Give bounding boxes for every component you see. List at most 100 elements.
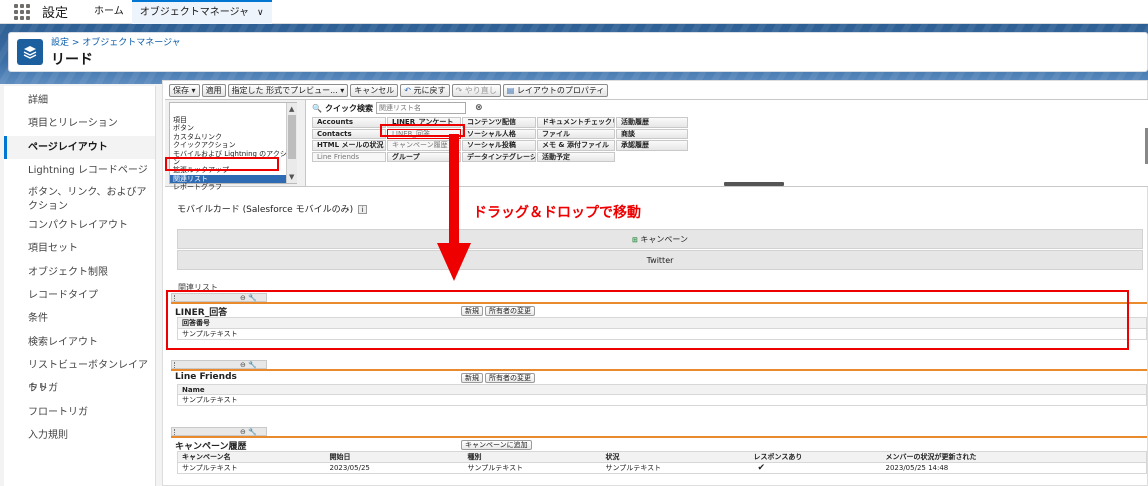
quick-search: 🔍 クイック検索 ⊗ bbox=[312, 102, 483, 114]
palette-item[interactable]: メモ & 添付ファイル bbox=[537, 140, 615, 151]
table-cell: サンプルテキスト bbox=[177, 462, 326, 474]
sidebar-item-compact-layouts[interactable]: コンパクトレイアウト bbox=[4, 214, 155, 237]
add-to-campaign-button[interactable]: キャンペーンに追加 bbox=[461, 440, 532, 450]
palette-item[interactable]: Line Friends bbox=[312, 151, 386, 162]
sidebar-item-flow-triggers[interactable]: フロートリガ bbox=[4, 401, 155, 424]
layout-properties-label: レイアウトのプロパティ bbox=[516, 86, 605, 95]
cancel-button[interactable]: キャンセル bbox=[350, 84, 399, 97]
palette-item[interactable]: ソーシャル人格 bbox=[462, 128, 536, 139]
category-related-lists[interactable]: 関連リスト bbox=[170, 174, 296, 184]
category-buttons[interactable]: ボタン bbox=[170, 124, 296, 132]
palette-item[interactable]: コンテンツ配信 bbox=[462, 117, 536, 128]
scroll-down-icon[interactable]: ▼ bbox=[289, 173, 294, 181]
layout-properties-button[interactable]: ▤ レイアウトのプロパティ bbox=[502, 84, 609, 97]
redo-button[interactable]: ↷ やり直し bbox=[451, 84, 501, 97]
annotation-arrow-shaft bbox=[449, 134, 459, 244]
column-header: 開始日 bbox=[325, 451, 464, 463]
change-owner-button[interactable]: 所有者の変更 bbox=[485, 373, 535, 383]
column-header: Name bbox=[177, 384, 1147, 395]
related-list-buttons: 新規 所有者の変更 bbox=[461, 373, 535, 383]
apply-button[interactable]: 適用 bbox=[201, 84, 226, 97]
sidebar-item-page-layouts[interactable]: ページレイアウト bbox=[4, 135, 155, 159]
sidebar-item-list-view-buttons[interactable]: リストビューボタンレイアウト bbox=[4, 354, 155, 394]
mobile-card-title: モバイルカード (Salesforce モバイルのみ) i bbox=[177, 202, 368, 215]
remove-icon[interactable]: ⊖ bbox=[240, 361, 246, 369]
palette-item[interactable]: Contacts bbox=[312, 128, 386, 139]
info-icon[interactable]: i bbox=[358, 205, 368, 214]
category-scrollbar[interactable]: ▲ ▼ bbox=[286, 103, 297, 183]
related-list-line-friends[interactable]: ⊖ 🔧 Line Friends 新規 所有者の変更 Name サンプルテキスト bbox=[171, 360, 1147, 415]
chevron-down-icon[interactable]: ∨ bbox=[257, 8, 264, 18]
tab-home[interactable]: ホーム bbox=[86, 0, 132, 24]
search-icon: 🔍 bbox=[312, 103, 322, 113]
undo-icon: ↶ bbox=[404, 86, 411, 95]
related-list-buttons: キャンペーンに追加 bbox=[461, 440, 532, 450]
sidebar-item-object-limits[interactable]: オブジェクト制限 bbox=[4, 261, 155, 284]
category-custom-links[interactable]: カスタムリンク bbox=[170, 133, 296, 141]
palette-empty-cell bbox=[616, 152, 688, 163]
sidebar-item-record-types[interactable]: レコードタイプ bbox=[4, 284, 155, 307]
palette-resize-handle[interactable] bbox=[724, 182, 784, 186]
new-button[interactable]: 新規 bbox=[461, 373, 483, 383]
layout-toolbar: 保存 ▾ 適用 指定した 形式でプレビュー... ▾ キャンセル ↶ 元に戻す … bbox=[169, 84, 609, 98]
breadcrumb[interactable]: 設定 > オブジェクトマネージャ bbox=[51, 35, 181, 48]
mobile-card-campaign-label: キャンペーン bbox=[640, 235, 689, 244]
clear-search-icon[interactable]: ⊗ bbox=[475, 103, 483, 113]
related-list-table: Name サンプルテキスト bbox=[177, 384, 1147, 406]
sidebar-item-conditions[interactable]: 条件 bbox=[4, 307, 155, 330]
undo-button[interactable]: ↶ 元に戻す bbox=[400, 84, 450, 97]
palette-item[interactable]: ドキュメントチェックリスト項目 bbox=[537, 117, 615, 128]
save-button[interactable]: 保存 ▾ bbox=[169, 84, 200, 97]
table-cell: 2023/05/25 bbox=[325, 462, 464, 474]
remove-icon[interactable]: ⊖ bbox=[240, 428, 246, 436]
palette-item[interactable]: Accounts bbox=[312, 117, 386, 128]
palette-item-grid: Accounts LINER_アンケート コンテンツ配信 ドキュメントチェックリ… bbox=[312, 117, 688, 162]
app-launcher-icon[interactable] bbox=[10, 0, 34, 24]
annotation-text: ドラッグ＆ドロップで移動 bbox=[473, 205, 641, 221]
related-list-table: キャンペーン名 開始日 種別 状況 レスポンスあり メンバーの状況が更新された … bbox=[177, 451, 1147, 474]
sidebar-item-field-sets[interactable]: 項目セット bbox=[4, 237, 155, 260]
preview-button[interactable]: 指定した 形式でプレビュー... ▾ bbox=[227, 84, 349, 97]
sidebar-item-validation-rules[interactable]: 入力規則 bbox=[4, 424, 155, 447]
category-quick-actions[interactable]: クイックアクション bbox=[170, 141, 296, 149]
annotation-highlight-category bbox=[165, 157, 279, 171]
palette-item[interactable]: HTML メールの状況 bbox=[312, 140, 386, 151]
annotation-highlight-section bbox=[166, 290, 1129, 350]
palette-item[interactable]: ソーシャル投稿 bbox=[462, 140, 536, 151]
scroll-up-icon[interactable]: ▲ bbox=[289, 105, 294, 113]
table-cell: 2023/05/25 14:48 bbox=[881, 462, 1147, 474]
table-cell: サンプルテキスト bbox=[463, 462, 602, 474]
related-list-title: Line Friends bbox=[175, 372, 237, 382]
palette-item[interactable]: 承認履歴 bbox=[616, 140, 688, 151]
section-drag-handle[interactable]: ⊖ 🔧 bbox=[171, 360, 267, 369]
mobile-card-campaign[interactable]: ⊞ キャンペーン bbox=[177, 229, 1143, 249]
wrench-icon[interactable]: 🔧 bbox=[248, 361, 257, 369]
arrow-down-icon bbox=[437, 243, 471, 281]
tab-object-manager[interactable]: オブジェクトマネージャ ∨ bbox=[131, 0, 272, 24]
related-list-campaign-history[interactable]: ⊖ 🔧 キャンペーン履歴 キャンペーンに追加 キャンペーン名 開始日 種別 状況… bbox=[171, 427, 1147, 483]
sidebar-item-details[interactable]: 詳細 bbox=[4, 89, 155, 112]
sidebar-item-triggers[interactable]: トリガ bbox=[4, 377, 155, 400]
table-cell: サンプルテキスト bbox=[177, 394, 1147, 406]
palette-item[interactable]: ファイル bbox=[537, 128, 615, 139]
tab-object-manager-label: オブジェクトマネージャ bbox=[139, 6, 250, 18]
quick-search-input[interactable] bbox=[375, 102, 466, 114]
section-drag-handle[interactable]: ⊖ 🔧 bbox=[171, 427, 267, 436]
palette-item[interactable]: 商談 bbox=[616, 128, 688, 139]
palette-item[interactable]: 活動履歴 bbox=[616, 117, 688, 128]
palette-items-panel: 🔍 クイック検索 ⊗ Accounts LINER_アンケート コンテンツ配信 … bbox=[305, 100, 1148, 186]
sidebar-item-buttons-links[interactable]: ボタン、リンク、およびアクション bbox=[4, 182, 155, 214]
wrench-icon[interactable]: 🔧 bbox=[248, 428, 257, 436]
checkmark-icon: ✔ bbox=[749, 462, 882, 474]
quick-search-label: クイック検索 bbox=[324, 103, 373, 113]
mobile-card-title-text: モバイルカード (Salesforce モバイルのみ) bbox=[177, 205, 354, 215]
sidebar-item-lightning-pages[interactable]: Lightning レコードページ bbox=[4, 159, 155, 182]
table-cell: サンプルテキスト bbox=[601, 462, 750, 474]
palette-item[interactable]: データインテグレーションルール bbox=[462, 151, 536, 162]
properties-icon: ▤ bbox=[506, 86, 515, 95]
palette-category-list[interactable]: 項目 ボタン カスタムリンク クイックアクション モバイルおよび Lightni… bbox=[169, 102, 297, 191]
palette-item[interactable]: 活動予定 bbox=[537, 151, 615, 162]
sidebar-item-fields[interactable]: 項目とリレーション bbox=[4, 112, 155, 135]
sidebar-item-search-layouts[interactable]: 検索レイアウト bbox=[4, 331, 155, 354]
mobile-card-twitter[interactable]: Twitter bbox=[177, 250, 1143, 270]
